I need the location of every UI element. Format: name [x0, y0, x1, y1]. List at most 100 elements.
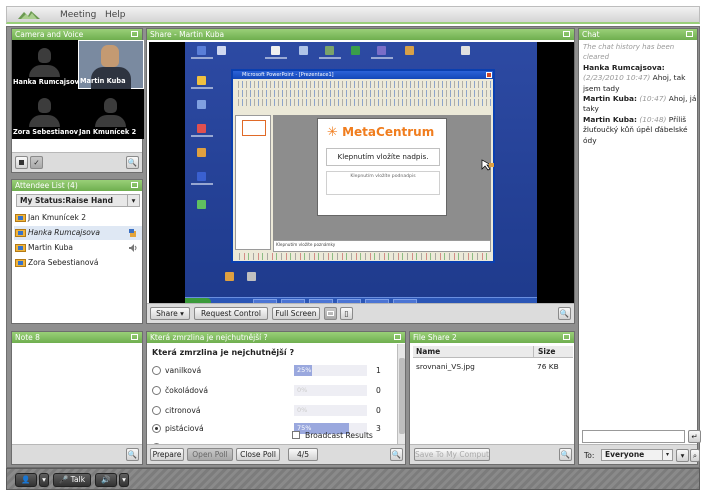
slide-subtitle-placeholder[interactable]: Klepnutím vložíte podnadpis [326, 171, 440, 195]
status-dropdown[interactable]: ▾ [39, 473, 49, 487]
maximize-icon[interactable] [131, 182, 138, 188]
poll-option[interactable]: citronová 0% 0 [152, 405, 392, 417]
video-name: Zora Sebestianov [13, 128, 79, 136]
file-share-pod-header[interactable]: File Share 2 [410, 332, 574, 343]
zoom-button[interactable]: 🔍 [559, 448, 572, 461]
slide[interactable]: ✳ MetaCentrum Klepnutím vložíte nadpis. … [317, 118, 447, 216]
vote-count-button[interactable]: 4/5 [288, 448, 318, 461]
slide-title-placeholder[interactable]: Klepnutím vložíte nadpis. [326, 148, 440, 166]
broadcast-results-checkbox[interactable] [292, 431, 300, 439]
desktop-icon [217, 46, 226, 55]
magnifier-icon: 🔍 [391, 450, 402, 459]
powerpoint-title: Microsoft PowerPoint - [Prezentace1] [242, 72, 334, 78]
close-poll-button[interactable]: Close Poll [236, 448, 280, 461]
poll-pod: Která zmrzlina je nejchutnější ? Která z… [146, 331, 406, 465]
maximize-icon[interactable] [563, 334, 570, 340]
poll-option-label: vanilková [165, 366, 202, 375]
zoom-button[interactable]: 🔍 [126, 448, 139, 461]
powerpoint-window[interactable]: Microsoft PowerPoint - [Prezentace1] ✳ M… [231, 69, 495, 263]
send-button[interactable]: ↵ [688, 430, 701, 443]
poll-pod-header[interactable]: Která zmrzlina je nejchutnější ? [147, 332, 405, 343]
video-tile[interactable]: Zora Sebestianov [12, 90, 78, 139]
magnifier-icon: 🔍 [559, 309, 570, 318]
note-pod-title: Note 8 [15, 333, 40, 342]
stop-camera-button[interactable] [15, 156, 28, 169]
maximize-icon[interactable] [686, 31, 693, 37]
attendee-row[interactable]: Zora Sebestianová [14, 256, 142, 270]
poll-option[interactable]: vanilková 25% 1 [152, 365, 392, 377]
chat-message: Hanka Rumcajsova: (2/23/2010 10:47) Ahoj,… [583, 63, 697, 94]
connect-logo-icon[interactable] [17, 9, 41, 21]
zoom-button[interactable]: 🔍 [126, 156, 139, 169]
maximize-icon[interactable] [131, 334, 138, 340]
menu-meeting[interactable]: Meeting [60, 10, 96, 20]
video-tile[interactable]: Jan Kmunícek 2 [78, 90, 144, 139]
radio-button[interactable] [152, 406, 161, 415]
shared-screen[interactable]: Microsoft PowerPoint - [Prezentace1] ✳ M… [149, 42, 574, 306]
save-to-computer-button[interactable]: Save To My Computer [414, 448, 490, 461]
talk-button[interactable]: 🎤 Talk [53, 473, 91, 487]
fullscreen-button[interactable]: Full Screen [272, 307, 320, 320]
menu-help[interactable]: Help [105, 10, 126, 20]
camera-pod-header[interactable]: Camera and Voice [12, 29, 142, 40]
maximize-icon[interactable] [131, 31, 138, 37]
note-pod-header[interactable]: Note 8 [12, 332, 142, 343]
recipient-dropdown[interactable]: Everyone ▾ [601, 449, 673, 461]
maximize-icon[interactable] [394, 334, 401, 340]
video-name: Martin Kuba [80, 77, 126, 85]
attendee-row[interactable]: Jan Kmunícek 2 [14, 211, 142, 225]
status-button[interactable]: 👤 [15, 473, 37, 487]
microphone-icon: 🎤 [58, 475, 69, 484]
attendee-row[interactable]: Martin Kuba [14, 241, 142, 255]
my-status-dropdown[interactable]: My Status:Raise Hand ▾ [16, 194, 140, 207]
sync-button[interactable]: ▯ [340, 307, 353, 320]
radio-button[interactable] [152, 424, 161, 433]
poll-scrollbar[interactable] [397, 344, 405, 444]
chat-pod-header[interactable]: Chat [579, 29, 697, 40]
attendee-pod-header[interactable]: Attendee List (4) [12, 180, 142, 191]
zoom-button[interactable]: 🔍 [390, 448, 403, 461]
desktop-icon [299, 46, 308, 55]
fit-screen-button[interactable] [324, 307, 337, 320]
request-control-button[interactable]: Request Control [194, 307, 268, 320]
video-tile[interactable]: Hanka Rumcajsova [12, 40, 83, 89]
maximize-icon[interactable] [563, 31, 570, 37]
drawing-toolbar [235, 253, 491, 260]
speaker-icon [129, 244, 137, 252]
zoom-button[interactable]: 🔍 [558, 307, 571, 320]
open-poll-button[interactable]: Open Poll [187, 448, 233, 461]
note-text-area[interactable] [14, 345, 140, 443]
col-name[interactable]: Name [416, 346, 440, 358]
chat-sender: Hanka Rumcajsova: [583, 62, 665, 72]
speaker-button[interactable]: 🔊 [95, 473, 117, 487]
close-icon[interactable] [486, 72, 492, 78]
share-pod-header[interactable]: Share - Martin Kuba [147, 29, 574, 40]
chat-time: (2/23/2010 10:47) [583, 73, 651, 83]
video-tile-live[interactable]: Martin Kuba [78, 40, 144, 89]
magnifier-icon: ⌕ [692, 451, 698, 460]
prepare-button[interactable]: Prepare [150, 448, 184, 461]
page-icon: ▯ [344, 309, 349, 318]
poll-pod-title: Která zmrzlina je nejchutnější ? [150, 333, 268, 342]
magnifier-icon: 🔍 [560, 450, 571, 459]
zoom-button[interactable]: ⌕ [690, 449, 700, 462]
chat-options-button[interactable]: ▾ [676, 449, 689, 462]
desktop-icon [197, 200, 206, 209]
camera-options-button[interactable]: ✓ [30, 156, 43, 169]
powerpoint-titlebar: Microsoft PowerPoint - [Prezentace1] [233, 71, 493, 79]
col-size[interactable]: Size [533, 346, 555, 358]
attendee-row[interactable]: Hanka Rumcajsova [14, 226, 142, 240]
radio-button[interactable] [152, 366, 161, 375]
slide-thumbnail[interactable] [242, 120, 266, 136]
share-button[interactable]: Share ▾ [150, 307, 190, 320]
poll-result-bar: 0% [294, 385, 367, 396]
attendee-name: Hanka Rumcajsova [28, 228, 100, 237]
notes-pane[interactable]: Klepnutím vložíte poznámky [273, 240, 491, 252]
remote-cursor-icon [481, 159, 494, 171]
desktop-icon [325, 46, 334, 55]
radio-button[interactable] [152, 386, 161, 395]
speaker-dropdown[interactable]: ▾ [119, 473, 129, 487]
chat-input[interactable] [582, 430, 685, 443]
attendee-name: Jan Kmunícek 2 [28, 213, 86, 222]
poll-option[interactable]: čokoládová 0% 0 [152, 385, 392, 397]
